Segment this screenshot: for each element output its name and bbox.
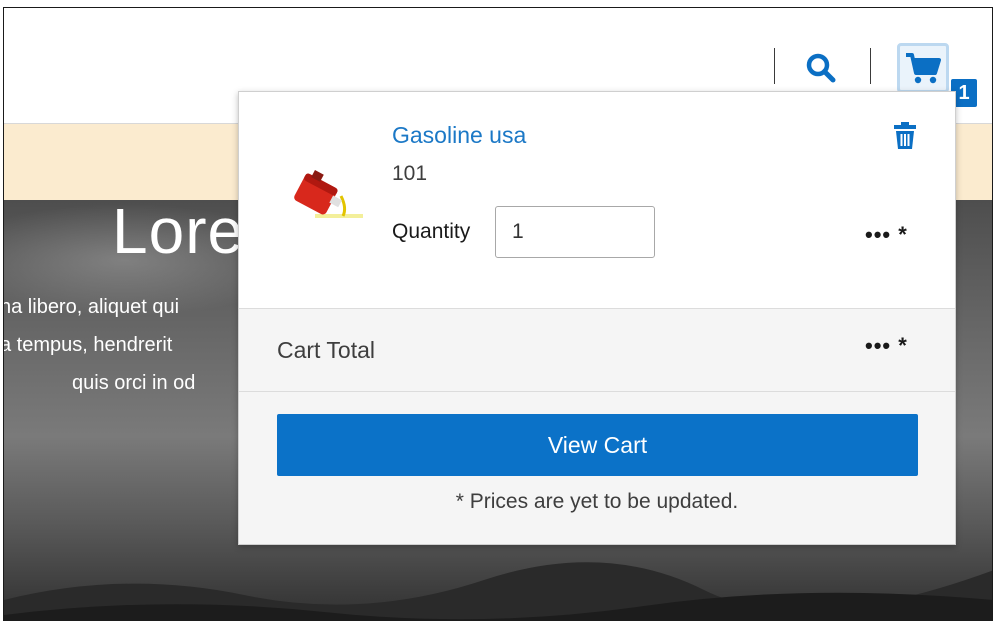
quantity-label: Quantity xyxy=(392,220,471,243)
cart-item: Gasoline usa 101 Quantity ••• * xyxy=(239,92,955,309)
view-cart-button[interactable]: View Cart xyxy=(277,414,918,476)
cart-total-row: Cart Total ••• * xyxy=(239,309,955,392)
header-divider xyxy=(870,48,871,84)
hero-mountains xyxy=(4,562,992,621)
cart-total-label: Cart Total xyxy=(277,337,376,363)
product-name-link[interactable]: Gasoline usa xyxy=(392,122,526,149)
remove-item-button[interactable] xyxy=(893,122,917,150)
cart-icon xyxy=(906,53,941,84)
product-image xyxy=(294,170,363,218)
item-price: ••• * xyxy=(865,222,908,247)
cart-popup: Gasoline usa 101 Quantity ••• * Cart Tot… xyxy=(238,91,956,545)
hero-title: Lore xyxy=(112,200,245,267)
cart-popup-footer: View Cart * Prices are yet to be updated… xyxy=(239,392,955,544)
hero-text-line: a tempus, hendrerit xyxy=(4,334,173,356)
price-note: * Prices are yet to be updated. xyxy=(455,490,739,513)
cart-button[interactable] xyxy=(897,43,949,93)
search-button[interactable] xyxy=(801,50,841,86)
page-frame: 1 Lore na libero, aliquet qui a tempus, … xyxy=(3,7,993,621)
search-icon xyxy=(806,53,836,83)
quantity-input[interactable] xyxy=(495,206,655,258)
header-divider xyxy=(774,48,775,84)
hero-text-line: na libero, aliquet qui xyxy=(4,296,180,318)
product-sku: 101 xyxy=(392,162,428,185)
hero-text-line: quis orci in od xyxy=(72,372,196,394)
trash-icon xyxy=(894,122,916,149)
cart-total-value: ••• * xyxy=(865,333,908,358)
